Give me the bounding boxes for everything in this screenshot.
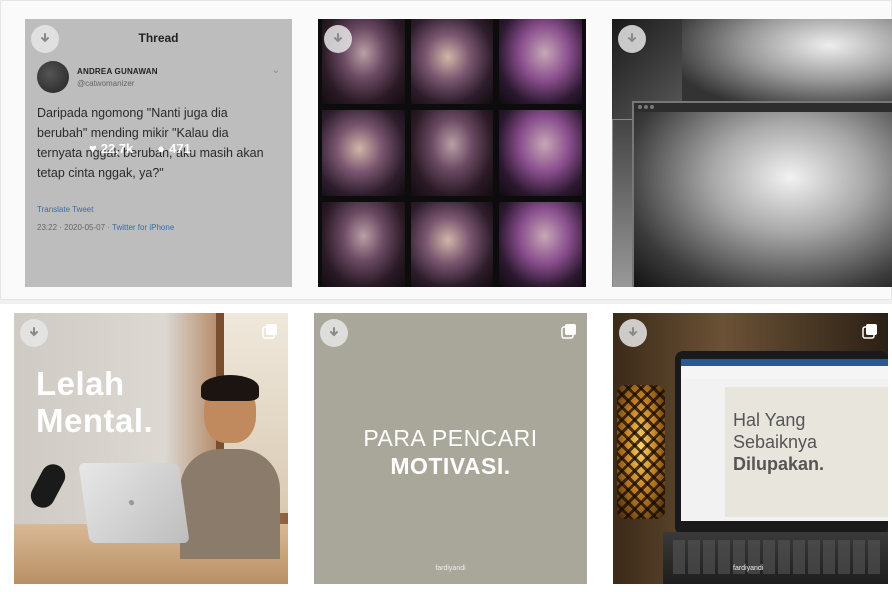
photo-frame bbox=[410, 19, 494, 105]
multiple-images-icon bbox=[262, 324, 277, 339]
document-page: Hal Yang Sebaiknya Dilupakan. bbox=[725, 387, 888, 517]
download-button[interactable] bbox=[31, 25, 59, 53]
heart-icon: ♥ bbox=[89, 141, 97, 156]
download-button[interactable] bbox=[619, 319, 647, 347]
title-line: Lelah bbox=[36, 365, 125, 402]
title-line: Mental. bbox=[36, 402, 154, 439]
tweet-meta: 23:22 · 2020-05-07 · Twitter for iPhone bbox=[37, 223, 174, 232]
post-title: Lelah Mental. bbox=[36, 365, 153, 439]
download-button[interactable] bbox=[324, 25, 352, 53]
comments-stat: ● 471 bbox=[157, 141, 191, 156]
thread-header: Thread bbox=[138, 31, 179, 45]
laptop: ● bbox=[78, 463, 190, 543]
author-name: ANDREA GUNAWAN bbox=[77, 67, 158, 76]
document-line: Dilupakan. bbox=[733, 454, 825, 474]
download-button[interactable] bbox=[320, 319, 348, 347]
photo-frame bbox=[499, 110, 582, 196]
window-image bbox=[632, 101, 892, 287]
post-title-line: MOTIVASI. bbox=[390, 453, 511, 479]
download-icon bbox=[628, 33, 636, 43]
post-portrait-contact-sheet[interactable] bbox=[318, 19, 586, 287]
document-line: Sebaiknya bbox=[733, 432, 818, 452]
apple-logo-icon: ● bbox=[126, 495, 137, 509]
author-handle: @catwomanizer bbox=[77, 79, 135, 88]
post-title-line: PARA PENCARI bbox=[363, 425, 538, 451]
photo-frame bbox=[410, 110, 494, 196]
likes-stat: ♥ 22,7k bbox=[89, 141, 133, 156]
watermark: fardiyandi bbox=[733, 565, 764, 572]
download-icon bbox=[30, 327, 38, 337]
window-titlebar bbox=[634, 103, 892, 112]
post-tweet-thread[interactable]: Thread ANDREA GUNAWAN @catwomanizer ⌄ Da… bbox=[25, 19, 292, 287]
download-icon bbox=[330, 327, 338, 337]
download-icon bbox=[334, 33, 342, 43]
download-icon bbox=[41, 33, 49, 43]
comments-count: 471 bbox=[169, 141, 191, 156]
word-document: Hal Yang Sebaiknya Dilupakan. bbox=[681, 359, 888, 521]
tweet-source: Twitter for iPhone bbox=[112, 223, 175, 232]
post-para-pencari-motivasi[interactable]: PARA PENCARI MOTIVASI. fardiyandi bbox=[314, 313, 587, 584]
laptop-screen: Hal Yang Sebaiknya Dilupakan. bbox=[675, 351, 888, 535]
photo-frame bbox=[499, 19, 582, 105]
post-hal-yang-sebaiknya-dilupakan[interactable]: Hal Yang Sebaiknya Dilupakan. fardiyandi bbox=[613, 313, 888, 584]
watermark: fardiyandi bbox=[435, 565, 466, 572]
tweet-stats: ♥ 22,7k ● 471 bbox=[89, 141, 191, 156]
chevron-down-icon: ⌄ bbox=[271, 65, 280, 76]
face-image bbox=[682, 19, 892, 107]
tweet-timestamp: 23:22 · 2020-05-07 · bbox=[37, 223, 113, 232]
photo-frame bbox=[322, 201, 405, 287]
photo-grid bbox=[318, 19, 586, 287]
download-button[interactable] bbox=[20, 319, 48, 347]
comment-icon: ● bbox=[157, 141, 166, 156]
multiple-images-icon bbox=[862, 324, 877, 339]
likes-count: 22,7k bbox=[100, 141, 134, 156]
keyboard bbox=[663, 532, 888, 584]
avatar bbox=[37, 61, 69, 93]
multiple-images-icon bbox=[561, 324, 576, 339]
lantern bbox=[617, 385, 665, 519]
post-faces-collage[interactable] bbox=[612, 19, 892, 287]
microphone bbox=[26, 460, 70, 512]
download-icon bbox=[629, 327, 637, 337]
photo-frame bbox=[410, 201, 494, 287]
translate-tweet-link: Translate Tweet bbox=[37, 205, 94, 214]
post-lelah-mental[interactable]: ● Lelah Mental. bbox=[14, 313, 288, 584]
document-line: Hal Yang bbox=[733, 410, 806, 430]
photo-frame bbox=[499, 201, 582, 287]
word-ribbon bbox=[681, 359, 888, 379]
person-figure bbox=[174, 371, 282, 559]
photo-frame bbox=[322, 110, 405, 196]
download-button[interactable] bbox=[618, 25, 646, 53]
